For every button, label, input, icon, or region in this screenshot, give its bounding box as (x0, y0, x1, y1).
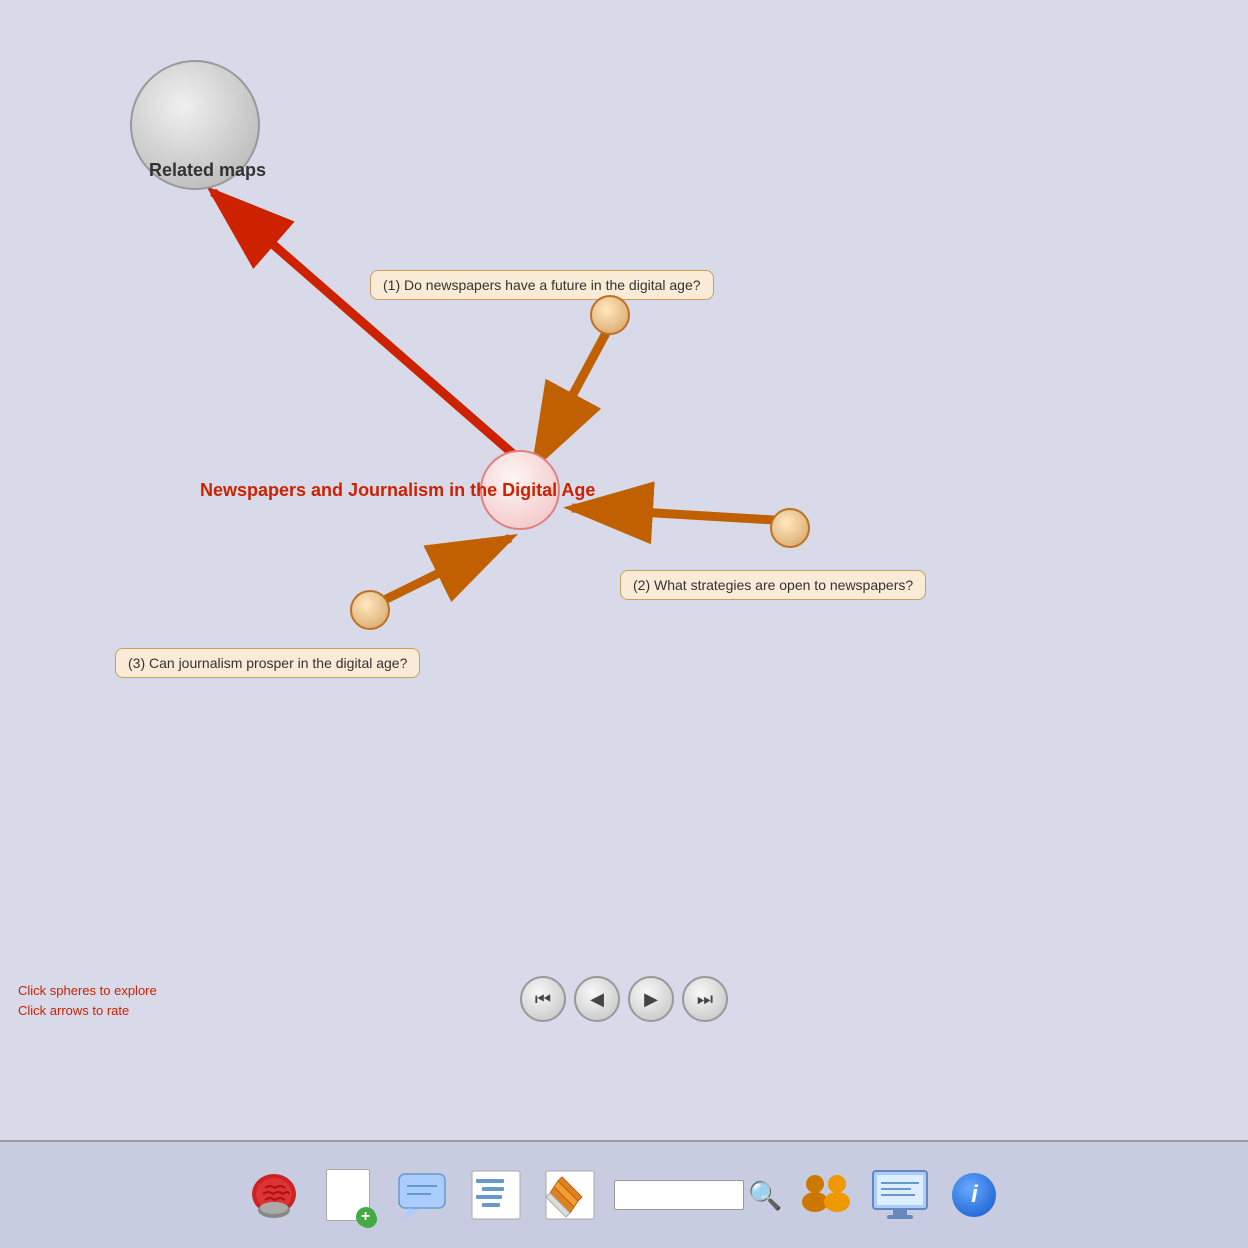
branch-label-2[interactable]: (2) What strategies are open to newspape… (620, 570, 926, 600)
chat-icon (395, 1168, 449, 1222)
play-button[interactable]: ▶ (628, 976, 674, 1022)
info-button[interactable]: i (944, 1165, 1004, 1225)
branch-label-3[interactable]: (3) Can journalism prosper in the digita… (115, 648, 420, 678)
code-icon (470, 1169, 522, 1221)
edit-button[interactable] (540, 1165, 600, 1225)
branch-node-1[interactable] (590, 295, 630, 335)
related-maps-label: Related maps (149, 160, 266, 181)
hint-line-1: Click spheres to explore (18, 981, 157, 1001)
search-container: 🔍 (614, 1179, 783, 1212)
mind-map-canvas: Related maps Newspapers and Journalism i… (0, 0, 1248, 1140)
monitor-icon (871, 1169, 929, 1221)
branch-node-2[interactable] (770, 508, 810, 548)
brain-icon (245, 1166, 303, 1224)
branch-node-3[interactable] (350, 590, 390, 630)
code-button[interactable] (466, 1165, 526, 1225)
chat-button[interactable] (392, 1165, 452, 1225)
prev-button[interactable]: ◀ (574, 976, 620, 1022)
pencil-icon (544, 1169, 596, 1221)
central-label: Newspapers and Journalism in the Digital… (200, 480, 595, 501)
prev-icon: ◀ (590, 989, 604, 1010)
people-icon (797, 1166, 855, 1224)
first-icon: ⏮ (535, 989, 551, 1010)
new-page-button[interactable]: + (318, 1165, 378, 1225)
brain-button[interactable] (244, 1165, 304, 1225)
play-icon: ▶ (644, 989, 658, 1010)
search-input[interactable] (614, 1180, 744, 1210)
media-controls: ⏮ ◀ ▶ ⏭ (520, 976, 728, 1022)
bottom-toolbar: + (0, 1140, 1248, 1248)
info-icon: i (952, 1173, 996, 1217)
search-magnifier-icon[interactable]: 🔍 (748, 1179, 783, 1212)
branch-label-1[interactable]: (1) Do newspapers have a future in the d… (370, 270, 714, 300)
hint-text: Click spheres to explore Click arrows to… (18, 981, 157, 1020)
first-button[interactable]: ⏮ (520, 976, 566, 1022)
monitor-button[interactable] (870, 1165, 930, 1225)
users-button[interactable] (796, 1165, 856, 1225)
last-icon: ⏭ (697, 989, 713, 1010)
toolbar-icons-container: + (20, 1165, 1228, 1225)
plus-badge: + (356, 1207, 376, 1227)
hint-line-2: Click arrows to rate (18, 1001, 157, 1021)
last-button[interactable]: ⏭ (682, 976, 728, 1022)
